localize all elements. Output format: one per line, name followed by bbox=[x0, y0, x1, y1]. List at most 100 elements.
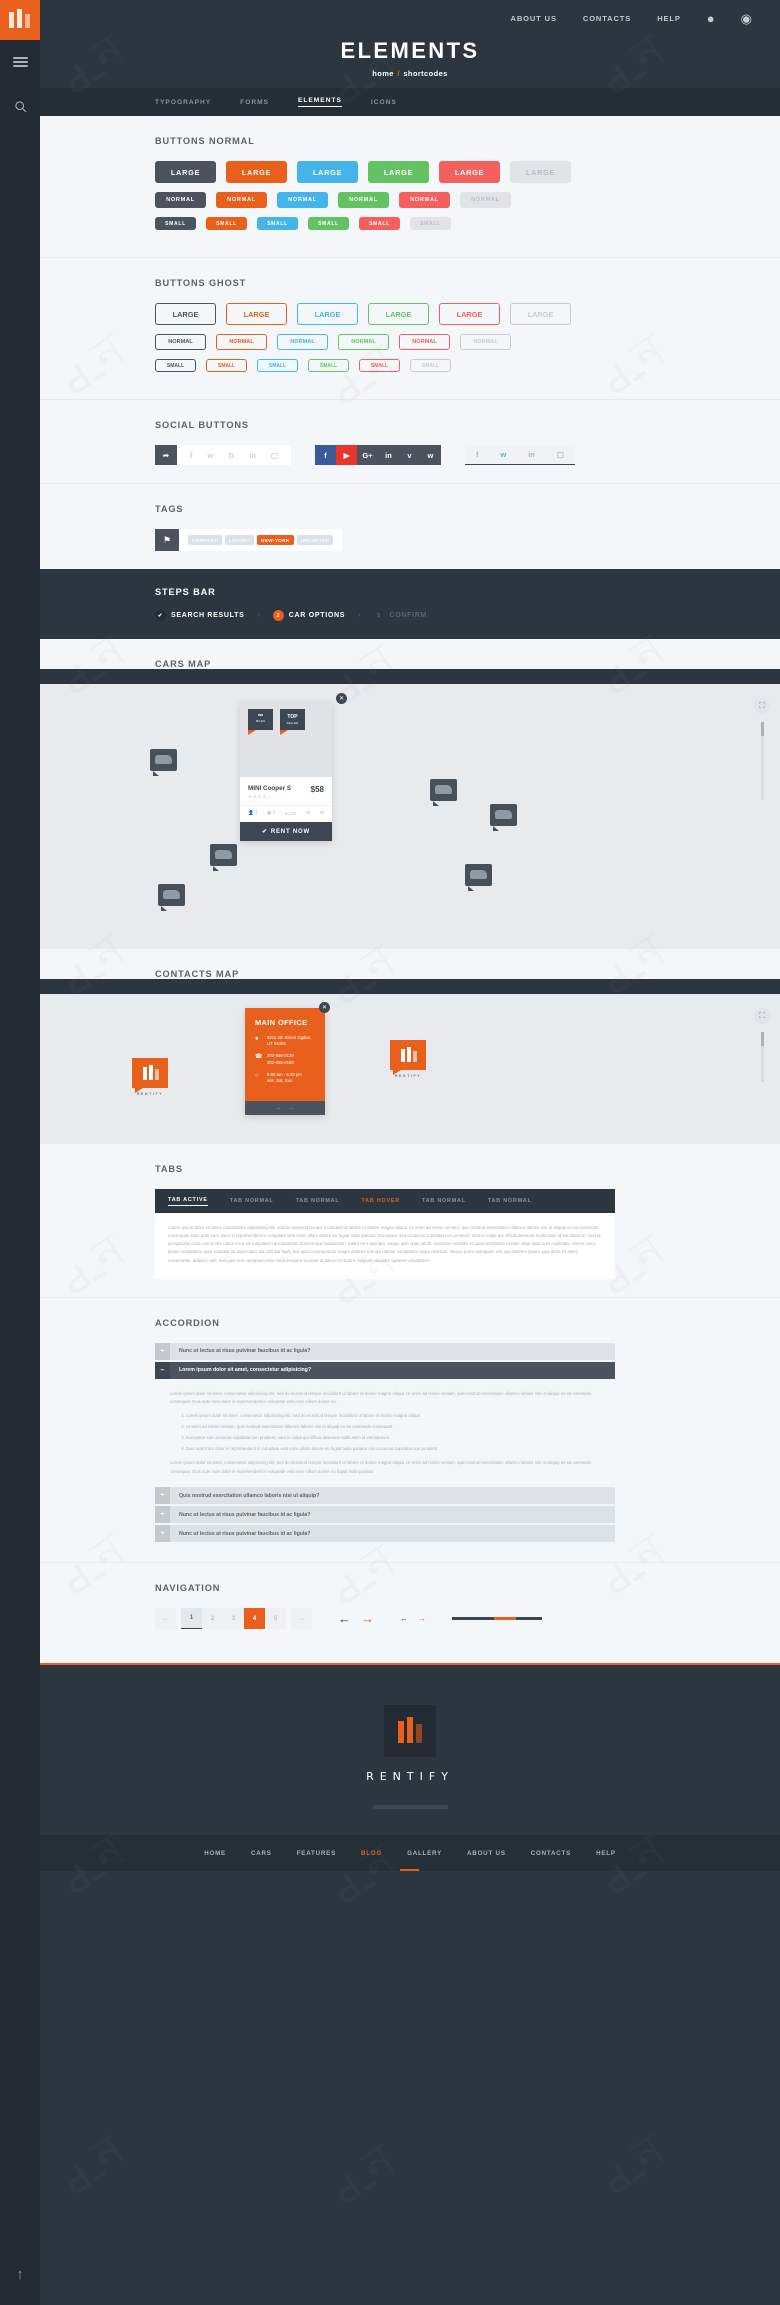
zoom-slider[interactable] bbox=[760, 1032, 764, 1082]
vimeo-icon[interactable]: v bbox=[398, 445, 420, 465]
button-small-blue[interactable]: SMALL bbox=[257, 217, 298, 230]
share-icon[interactable]: ➦ bbox=[155, 445, 177, 465]
menu-toggle-icon[interactable] bbox=[0, 40, 40, 84]
tab-active[interactable]: TAB ACTIVE bbox=[168, 1197, 208, 1206]
instagram-icon[interactable]: ▢ bbox=[271, 451, 278, 460]
tag-item[interactable]: LUXORY bbox=[224, 535, 255, 545]
button-normal-disabled[interactable]: NORMAL bbox=[460, 192, 511, 208]
ghost-small-orange[interactable]: SMALL bbox=[206, 359, 247, 372]
arrow-forward-icon[interactable]: → bbox=[361, 1611, 374, 1626]
step-search-results[interactable]: ✔ SEARCH RESULTS bbox=[155, 610, 244, 621]
map-logo-marker-left[interactable]: RENTIFY bbox=[132, 1058, 168, 1096]
button-large-disabled[interactable]: LARGE bbox=[510, 161, 571, 183]
contacts-map[interactable]: RENTIFY RENTIFY ✕ MAIN OFFICE ● 9211 4th… bbox=[40, 994, 780, 1144]
pagination-page-4-active[interactable]: 4 bbox=[244, 1608, 265, 1630]
google-plus-icon[interactable]: G bbox=[228, 451, 234, 460]
linkedin-icon[interactable]: in bbox=[377, 445, 399, 465]
tab-normal-3[interactable]: TAB NORMAL bbox=[422, 1198, 466, 1204]
button-small-dark[interactable]: SMALL bbox=[155, 217, 196, 230]
office-popup-card[interactable]: ✕ MAIN OFFICE ● 9211 4th Street Ogden, U… bbox=[245, 1002, 330, 1116]
tab-normal-1[interactable]: TAB NORMAL bbox=[230, 1198, 274, 1204]
ghost-normal-orange[interactable]: NORMAL bbox=[216, 334, 267, 350]
button-large-green[interactable]: LARGE bbox=[368, 161, 429, 183]
accordion-header-1[interactable]: + Nunc ut lectus at risus pulvinar fauci… bbox=[155, 1342, 615, 1360]
fullscreen-icon[interactable]: ⛶ bbox=[754, 1008, 770, 1024]
map-pin[interactable] bbox=[465, 864, 492, 891]
accordion-header-2[interactable]: – Lorem ipsum dolor sit amet, consectetu… bbox=[155, 1361, 615, 1379]
button-normal-dark[interactable]: NORMAL bbox=[155, 192, 206, 208]
ghost-normal-disabled[interactable]: NORMAL bbox=[460, 334, 511, 350]
button-small-disabled[interactable]: SMALL bbox=[410, 217, 451, 230]
ghost-small-disabled[interactable]: SMALL bbox=[410, 359, 451, 372]
breadcrumb-home[interactable]: home bbox=[372, 69, 394, 78]
google-plus-icon[interactable]: G+ bbox=[356, 445, 378, 465]
accordion-header-4[interactable]: + Nunc ut lectus at risus pulvinar fauci… bbox=[155, 1506, 615, 1524]
button-large-red[interactable]: LARGE bbox=[439, 161, 500, 183]
topnav-item-help[interactable]: HELP bbox=[657, 14, 681, 23]
tab-normal-4[interactable]: TAB NORMAL bbox=[488, 1198, 532, 1204]
pagination-page-1[interactable]: 1 bbox=[181, 1608, 202, 1630]
footer-link-features[interactable]: FEATURES bbox=[297, 1850, 336, 1857]
step-confirm[interactable]: 3 CONFIRM bbox=[373, 610, 427, 621]
pagination-page-2[interactable]: 2 bbox=[202, 1608, 223, 1630]
user-icon[interactable]: ● bbox=[707, 12, 715, 25]
linkedin-icon[interactable]: in bbox=[528, 450, 535, 459]
map-logo-marker-right[interactable]: RENTIFY bbox=[390, 1040, 426, 1078]
tab-icons[interactable]: ICONS bbox=[371, 99, 397, 106]
twitter-icon[interactable]: w bbox=[208, 451, 214, 460]
tab-normal-2[interactable]: TAB NORMAL bbox=[296, 1198, 340, 1204]
footer-link-home[interactable]: HOME bbox=[204, 1850, 226, 1857]
footer-link-help[interactable]: HELP bbox=[596, 1850, 616, 1857]
tag-item[interactable]: UNLIMITED bbox=[296, 535, 334, 545]
ghost-large-disabled[interactable]: LARGE bbox=[510, 303, 571, 325]
button-large-blue[interactable]: LARGE bbox=[297, 161, 358, 183]
ghost-normal-red[interactable]: NORMAL bbox=[399, 334, 450, 350]
topnav-item-contacts[interactable]: CONTACTS bbox=[583, 14, 631, 23]
next-arrow-icon[interactable]: → bbox=[289, 1105, 294, 1111]
globe-icon[interactable]: ◉ bbox=[741, 12, 752, 25]
pagination-next[interactable]: → bbox=[291, 1608, 312, 1630]
button-small-orange[interactable]: SMALL bbox=[206, 217, 247, 230]
zoom-slider[interactable] bbox=[760, 722, 764, 800]
button-small-green[interactable]: SMALL bbox=[308, 217, 349, 230]
ghost-small-green[interactable]: SMALL bbox=[308, 359, 349, 372]
map-pin[interactable] bbox=[490, 804, 517, 831]
button-normal-red[interactable]: NORMAL bbox=[399, 192, 450, 208]
arrow-back-icon[interactable]: ← bbox=[400, 1614, 408, 1623]
facebook-icon[interactable]: f bbox=[314, 445, 336, 465]
accordion-header-5[interactable]: + Nunc ut lectus at risus pulvinar fauci… bbox=[155, 1525, 615, 1543]
rent-now-button[interactable]: ✔ RENT NOW bbox=[240, 822, 332, 841]
ghost-large-dark[interactable]: LARGE bbox=[155, 303, 216, 325]
pagination-prev[interactable]: ← bbox=[155, 1608, 176, 1630]
map-pin[interactable] bbox=[158, 884, 185, 911]
ghost-large-blue[interactable]: LARGE bbox=[297, 303, 358, 325]
button-large-dark[interactable]: LARGE bbox=[155, 161, 216, 183]
close-icon[interactable]: ✕ bbox=[319, 1002, 330, 1013]
facebook-icon[interactable]: f bbox=[190, 451, 193, 460]
ghost-small-red[interactable]: SMALL bbox=[359, 359, 400, 372]
button-small-red[interactable]: SMALL bbox=[359, 217, 400, 230]
brand-logo-icon[interactable] bbox=[0, 0, 40, 40]
step-car-options[interactable]: 2 CAR OPTIONS bbox=[272, 610, 345, 621]
ghost-normal-blue[interactable]: NORMAL bbox=[277, 334, 328, 350]
topnav-item-about[interactable]: ABOUT US bbox=[511, 14, 557, 23]
pagination-page-5[interactable]: 5 bbox=[265, 1608, 286, 1630]
map-zoom-control[interactable]: ⛶ bbox=[754, 1008, 770, 1090]
footer-link-about[interactable]: ABOUT US bbox=[467, 1850, 506, 1857]
fullscreen-icon[interactable]: ⛶ bbox=[754, 698, 770, 714]
map-pin[interactable] bbox=[150, 749, 177, 776]
footer-link-gallery[interactable]: GALLERY bbox=[407, 1850, 442, 1857]
map-zoom-control[interactable]: ⛶ bbox=[754, 698, 770, 808]
car-popup-card[interactable]: ∞ MILES TOP SELLER ✕ MINI Cooper S ★★★★☆… bbox=[240, 693, 347, 841]
ghost-small-blue[interactable]: SMALL bbox=[257, 359, 298, 372]
tab-typography[interactable]: TYPOGRAPHY bbox=[155, 99, 211, 106]
prev-arrow-icon[interactable]: ← bbox=[277, 1105, 282, 1111]
search-icon[interactable] bbox=[0, 84, 40, 128]
close-icon[interactable]: ✕ bbox=[336, 693, 347, 704]
ghost-normal-green[interactable]: NORMAL bbox=[338, 334, 389, 350]
ghost-large-red[interactable]: LARGE bbox=[439, 303, 500, 325]
youtube-icon[interactable]: ▶ bbox=[335, 445, 357, 465]
map-pin[interactable] bbox=[430, 779, 457, 806]
button-normal-blue[interactable]: NORMAL bbox=[277, 192, 328, 208]
tag-item[interactable]: COMPACT bbox=[188, 535, 222, 545]
